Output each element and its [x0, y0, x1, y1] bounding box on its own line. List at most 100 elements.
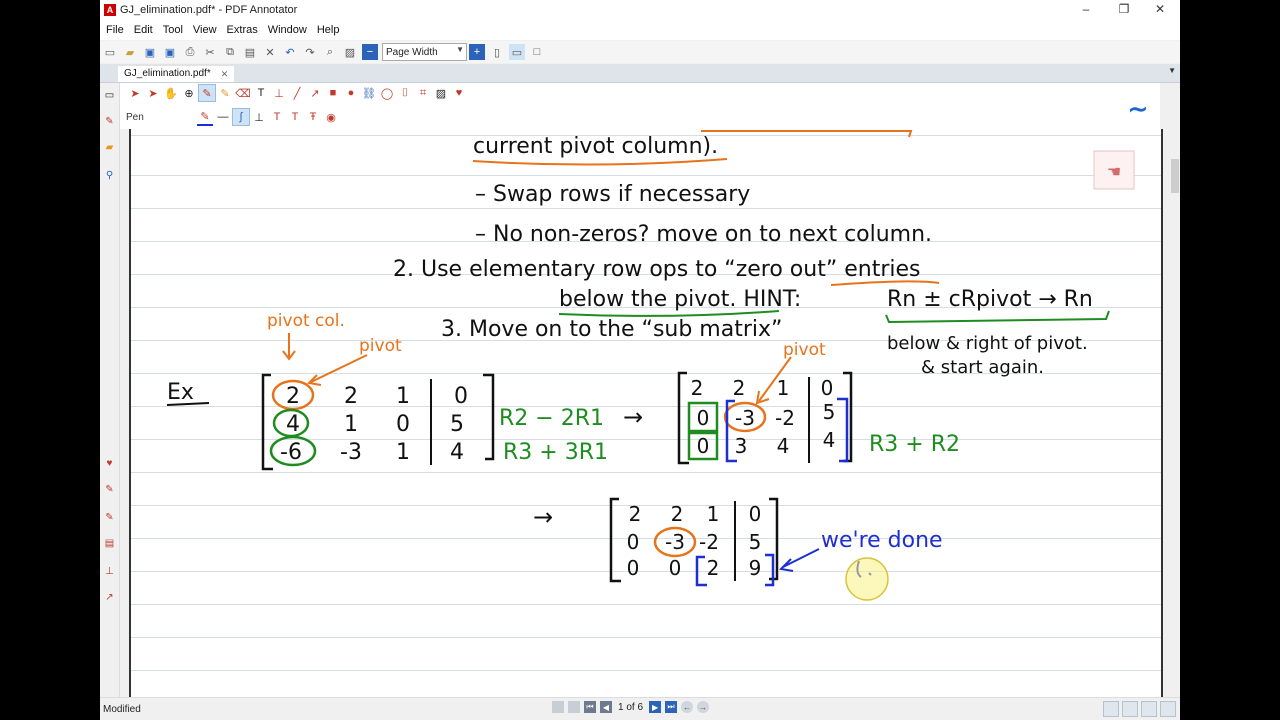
matrix3-entry: 0: [627, 556, 640, 580]
last-page-icon[interactable]: ⏭: [665, 701, 678, 713]
matrix3-entry: -2: [699, 530, 719, 554]
forward-icon[interactable]: →: [697, 701, 710, 713]
document-tab[interactable]: GJ_elimination.pdf* ✕: [118, 66, 235, 82]
zoom-select[interactable]: Page Width ▼: [382, 43, 467, 61]
view-mode-buttons: [1100, 701, 1176, 717]
view-continuous-icon[interactable]: [1122, 701, 1138, 717]
vertical-scrollbar[interactable]: [1170, 129, 1180, 697]
text-bullet-no-nonzeros: – No non-zeros? move on to next column.: [475, 222, 932, 247]
text-format-icon[interactable]: T: [287, 109, 303, 125]
menu-extras[interactable]: Extras: [222, 24, 263, 36]
favorite-icon[interactable]: ♥: [103, 457, 116, 470]
textbox-icon[interactable]: ▤: [103, 537, 116, 550]
line-width-icon[interactable]: ―: [215, 109, 231, 125]
paste-icon[interactable]: ▤: [242, 44, 258, 60]
find-icon[interactable]: ⌕: [322, 44, 338, 60]
open-folder-icon[interactable]: ▰: [122, 44, 138, 60]
fullscreen-icon[interactable]: □: [529, 44, 545, 60]
hand-icon[interactable]: ✋: [163, 85, 179, 101]
print-icon[interactable]: ⎙: [182, 44, 198, 60]
select-arrow-icon[interactable]: ➤: [127, 85, 143, 101]
snap-icon[interactable]: ⊥: [251, 109, 267, 125]
cut-icon[interactable]: ✂: [202, 44, 218, 60]
new-document-icon[interactable]: ▭: [102, 44, 118, 60]
save-icon[interactable]: ▣: [142, 44, 158, 60]
highlighter-icon[interactable]: ✎: [103, 511, 116, 524]
matrix2-entry: 4: [823, 428, 836, 452]
zoom-in-icon[interactable]: +: [469, 44, 485, 60]
arrow-icon[interactable]: ↗: [103, 591, 116, 604]
matrix2-entry: -2: [775, 406, 795, 430]
text-style-icon[interactable]: T: [269, 109, 285, 125]
camera-icon[interactable]: ⌷: [397, 85, 413, 101]
matrix2-entry: -3: [735, 406, 755, 430]
copy-icon[interactable]: ⧉: [222, 44, 238, 60]
stamp-tool-icon[interactable]: ⊥: [271, 85, 287, 101]
zoom-out-icon[interactable]: −: [362, 44, 378, 60]
single-page-icon[interactable]: ▯: [489, 44, 505, 60]
fit-page-icon[interactable]: ▭: [509, 44, 525, 60]
menu-bar: File Edit Tool View Extras Window Help: [100, 20, 1180, 40]
link-icon[interactable]: ⛓: [361, 85, 377, 101]
matrix1-entry: 2: [286, 384, 300, 409]
image-icon[interactable]: ▨: [342, 44, 358, 60]
pdf-page[interactable]: ☚ current pivot column). – Swap rows if …: [129, 129, 1163, 697]
close-tab-icon[interactable]: ✕: [221, 66, 229, 82]
arrow-tool-icon[interactable]: ↗: [307, 85, 323, 101]
favorites-heart-icon[interactable]: ♥: [451, 85, 467, 101]
tab-list-dropdown-icon[interactable]: ▼: [1168, 66, 1176, 75]
zoom-tool-icon[interactable]: ⊕: [181, 85, 197, 101]
page-icon[interactable]: ▭: [103, 89, 116, 102]
undo-icon[interactable]: ↶: [282, 44, 298, 60]
view-single-icon[interactable]: [1103, 701, 1119, 717]
line-icon[interactable]: ╱: [289, 85, 305, 101]
typewriter-icon[interactable]: T: [253, 85, 269, 101]
ink-settings-icon[interactable]: ◉: [323, 109, 339, 125]
lasso-icon[interactable]: ◯: [379, 85, 395, 101]
text-select-icon[interactable]: ➤: [145, 85, 161, 101]
delete-icon[interactable]: ✕: [262, 44, 278, 60]
back-icon[interactable]: ←: [681, 701, 694, 713]
menu-file[interactable]: File: [100, 24, 129, 36]
previous-page-icon[interactable]: ◀: [600, 701, 612, 713]
save-as-icon[interactable]: ▣: [162, 44, 178, 60]
page-navigation: ⏮ ◀ 1 of 6 ▶ ⏭ ← →: [550, 701, 711, 713]
first-page-icon[interactable]: ⏮: [584, 701, 596, 713]
view-grid-icon[interactable]: [1160, 701, 1176, 717]
insert-page-icon[interactable]: [568, 701, 580, 713]
crop-icon[interactable]: ⌗: [415, 85, 431, 101]
insert-image-icon[interactable]: ▨: [433, 85, 449, 101]
highlighter-tool-icon[interactable]: ✎: [217, 85, 233, 101]
eraser-icon[interactable]: ⌫: [235, 85, 251, 101]
scrollbar-thumb[interactable]: [1171, 159, 1179, 193]
ellipse-icon[interactable]: ●: [343, 85, 359, 101]
menu-view[interactable]: View: [188, 24, 222, 36]
redo-icon[interactable]: ↷: [302, 44, 318, 60]
document-canvas[interactable]: ☚ current pivot column). – Swap rows if …: [120, 129, 1170, 697]
minimize-button[interactable]: ‒: [1068, 0, 1104, 20]
pen-tool-icon[interactable]: ✎: [198, 84, 216, 102]
matrix2-entry: 2: [733, 376, 746, 400]
folder-icon[interactable]: ▰: [103, 141, 116, 154]
pencil-icon[interactable]: ✎: [103, 483, 116, 496]
text-pivot-col-label: pivot col.: [267, 311, 345, 331]
pen-color-icon[interactable]: ✎: [197, 108, 213, 126]
menu-help[interactable]: Help: [312, 24, 345, 36]
menu-window[interactable]: Window: [263, 24, 312, 36]
next-page-icon[interactable]: ▶: [649, 701, 662, 713]
matrix3-entry: 9: [749, 556, 762, 580]
pen-icon[interactable]: ✎: [103, 115, 116, 128]
attachment-icon[interactable]: ⚲: [103, 169, 116, 182]
menu-edit[interactable]: Edit: [129, 24, 158, 36]
view-facing-icon[interactable]: [1141, 701, 1157, 717]
text-step2-line2: below the pivot. HINT:: [559, 287, 801, 312]
smooth-stroke-icon[interactable]: ∫: [232, 108, 250, 126]
stamp-icon[interactable]: ⊥: [103, 565, 116, 578]
strikeout-icon[interactable]: Ŧ: [305, 109, 321, 125]
close-button[interactable]: ✕: [1142, 0, 1178, 20]
menu-tool[interactable]: Tool: [158, 24, 188, 36]
maximize-button[interactable]: ❐: [1106, 0, 1142, 20]
rectangle-icon[interactable]: ■: [325, 85, 341, 101]
tab-label: GJ_elimination.pdf*: [124, 68, 211, 79]
recycle-icon[interactable]: [552, 701, 564, 713]
